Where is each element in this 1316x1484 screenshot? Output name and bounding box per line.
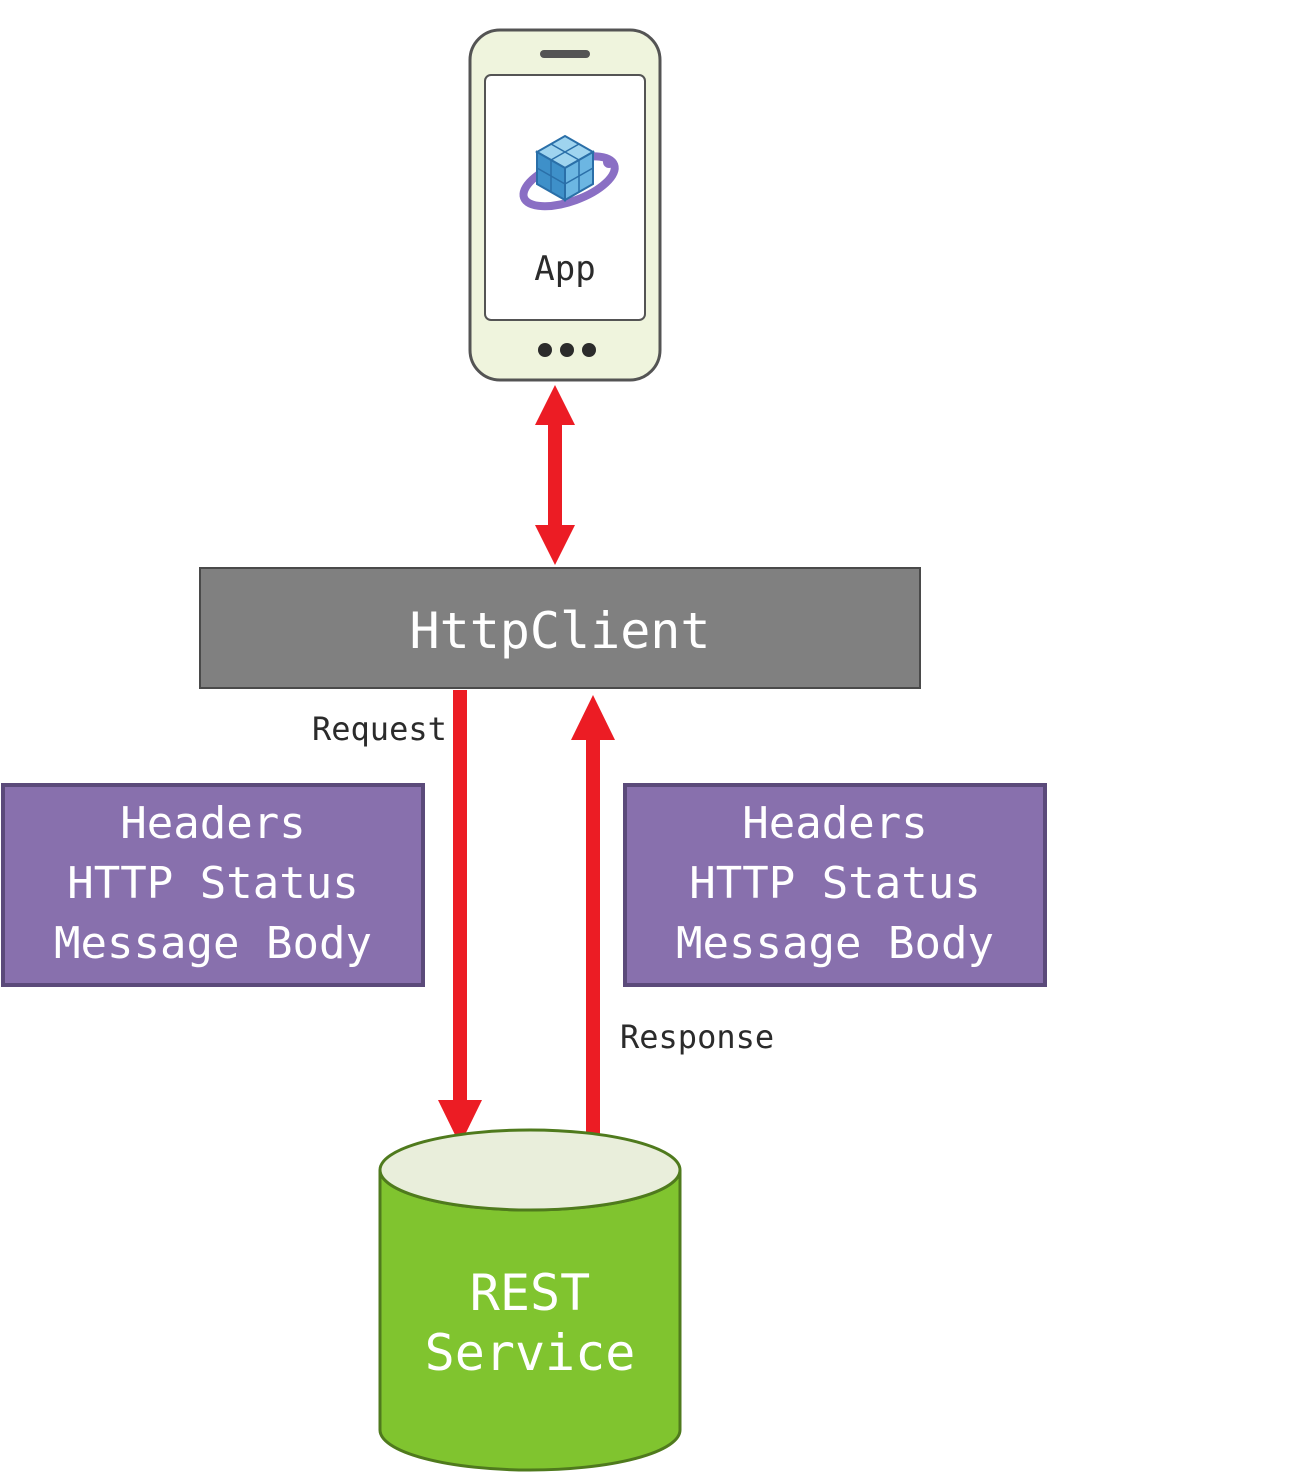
architecture-diagram: App HttpClient Request Response Headers …	[0, 0, 1316, 1484]
response-status-text: HTTP Status	[689, 858, 980, 909]
response-body-text: Message Body	[676, 918, 994, 969]
response-message-box: Headers HTTP Status Message Body	[625, 785, 1045, 985]
app-label: App	[534, 249, 595, 289]
phone-device: App	[470, 30, 660, 380]
request-label: Request	[312, 710, 447, 748]
request-message-box: Headers HTTP Status Message Body	[3, 785, 423, 985]
arrow-request	[438, 690, 482, 1145]
arrow-app-httpclient	[535, 385, 575, 565]
rest-label-line1: REST	[470, 1264, 590, 1322]
httpclient-label: HttpClient	[409, 602, 710, 660]
arrow-response	[571, 695, 615, 1150]
response-label: Response	[620, 1018, 774, 1056]
httpclient-box: HttpClient	[200, 568, 920, 688]
response-headers-text: Headers	[742, 798, 927, 849]
request-headers-text: Headers	[120, 798, 305, 849]
rest-service-cylinder: REST Service	[380, 1130, 680, 1470]
rest-label-line2: Service	[425, 1324, 636, 1382]
request-body-text: Message Body	[54, 918, 372, 969]
request-status-text: HTTP Status	[67, 858, 358, 909]
